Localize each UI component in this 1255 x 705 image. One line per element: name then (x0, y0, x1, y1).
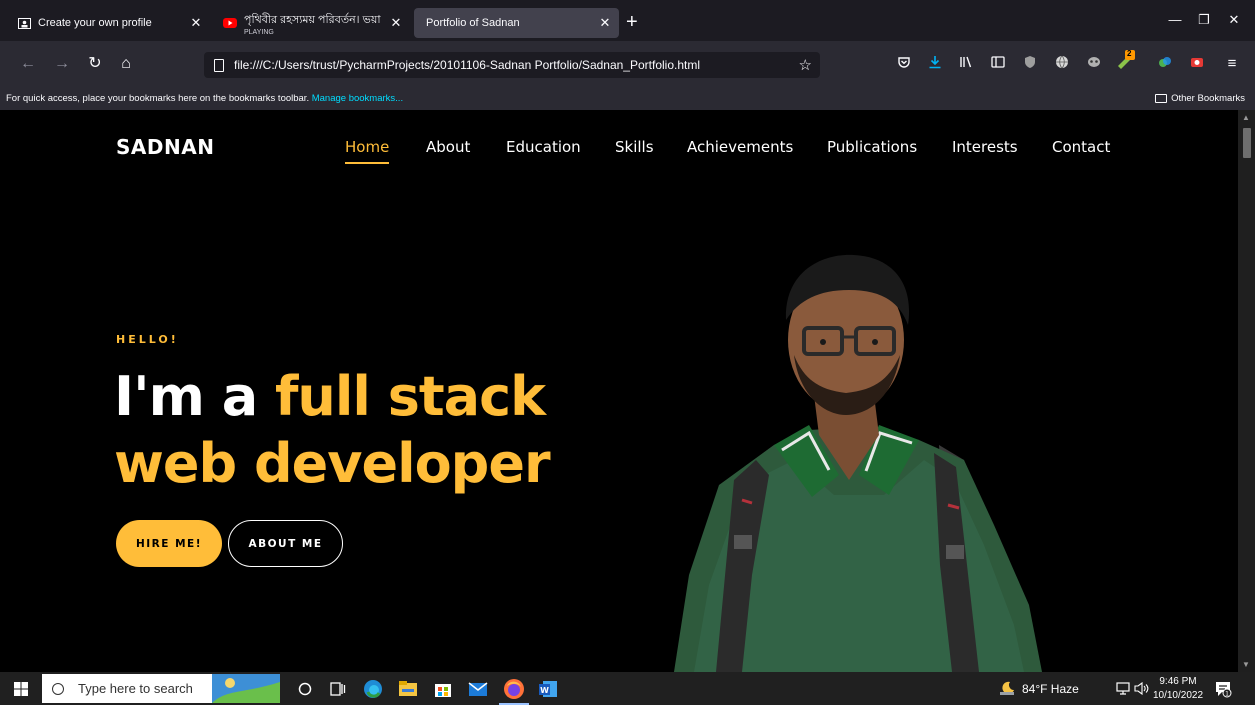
downloads-icon[interactable] (928, 55, 942, 69)
clock-time[interactable]: 9:46 PM (1156, 676, 1200, 687)
bookmarks-hint: For quick access, place your bookmarks h… (6, 93, 310, 104)
weather-moon-icon[interactable] (998, 680, 1016, 696)
bookmarks-toolbar: For quick access, place your bookmarks h… (0, 88, 1255, 110)
nav-about[interactable]: About (426, 138, 470, 156)
headline-prefix: I'm a (114, 365, 275, 428)
browser-tab-bar: Create your own profile ✕ পৃথিবীর রহস্যম… (0, 0, 1255, 41)
restore-button[interactable]: ❐ (1189, 12, 1219, 28)
library-icon[interactable] (959, 55, 973, 69)
volume-icon[interactable] (1134, 682, 1150, 695)
tab-youtube[interactable]: পৃথিবীর রহস্যময় পরিবর্তন। ভয়া PLAYING … (214, 8, 410, 38)
shield-extension-icon[interactable] (1023, 55, 1037, 69)
weather-text[interactable]: 84°F Haze (1022, 682, 1079, 696)
url-text: file:///C:/Users/trust/PycharmProjects/2… (234, 58, 701, 72)
hire-me-button[interactable]: HIRE ME! (116, 520, 222, 567)
nav-skills[interactable]: Skills (615, 138, 654, 156)
page-viewport: SADNAN Home About Education Skills Achie… (0, 110, 1255, 672)
other-bookmarks-label: Other Bookmarks (1171, 93, 1245, 104)
headline-highlight: full stack (274, 365, 546, 428)
bookmark-star-icon[interactable]: ☆ (799, 56, 812, 74)
close-tab-icon[interactable]: ✕ (388, 15, 404, 31)
forward-icon[interactable]: → (52, 55, 72, 73)
close-tab-icon[interactable]: ✕ (597, 15, 613, 31)
svg-text:1: 1 (1225, 691, 1229, 698)
store-icon[interactable] (433, 679, 453, 699)
menu-icon[interactable]: ≡ (1222, 55, 1242, 73)
page-icon (214, 58, 224, 72)
tab-portfolio[interactable]: Portfolio of Sadnan ✕ (414, 8, 619, 38)
profile-photo (674, 254, 1042, 672)
scroll-down-icon[interactable]: ▼ (1242, 660, 1250, 669)
windows-start-icon[interactable] (14, 682, 28, 696)
browser-toolbar: ← → ↻ ⌂ file:///C:/Users/trust/PycharmPr… (0, 41, 1255, 88)
nav-home[interactable]: Home (345, 138, 390, 164)
manage-bookmarks-link[interactable]: Manage bookmarks... (312, 93, 403, 104)
cortana-icon[interactable] (298, 682, 312, 696)
home-icon[interactable]: ⌂ (116, 55, 136, 73)
minimize-button[interactable]: — (1160, 12, 1190, 27)
nav-publications[interactable]: Publications (827, 138, 917, 156)
search-placeholder: Type here to search (78, 681, 193, 696)
back-icon[interactable]: ← (18, 55, 38, 73)
other-bookmarks-button[interactable]: Other Bookmarks (1155, 93, 1245, 104)
page-scrollbar[interactable]: ▲ ▼ (1238, 110, 1255, 672)
network-icon[interactable] (1116, 682, 1130, 695)
word-icon[interactable]: W (538, 679, 558, 699)
folder-icon (1155, 94, 1168, 103)
youtube-icon (222, 15, 238, 31)
tab-title: পৃথিবীর রহস্যময় পরিবর্তন। ভয়া (244, 13, 381, 26)
notes-extension-icon[interactable]: 2 (1116, 49, 1136, 70)
svg-text:W: W (540, 686, 549, 695)
profile-page-icon (16, 15, 32, 31)
taskbar-search-box[interactable]: Type here to search (42, 674, 280, 703)
nav-achievements[interactable]: Achievements (687, 138, 793, 156)
close-tab-icon[interactable]: ✕ (188, 15, 204, 31)
task-view-icon[interactable] (330, 681, 346, 697)
about-me-button[interactable]: ABOUT ME (228, 520, 343, 567)
scroll-up-icon[interactable]: ▲ (1242, 113, 1250, 122)
nav-education[interactable]: Education (506, 138, 581, 156)
camera-extension-icon[interactable] (1190, 55, 1204, 69)
mask-extension-icon[interactable] (1087, 55, 1101, 69)
search-icon (52, 682, 64, 695)
tab-title: Portfolio of Sadnan (426, 17, 520, 29)
firefox-icon[interactable] (503, 678, 525, 700)
hero-headline-line1: I'm a full stack (114, 365, 546, 428)
pocket-icon[interactable] (897, 55, 911, 69)
hero-headline-line2: web developer (114, 432, 551, 495)
hero-greeting: HELLO! (116, 333, 179, 346)
sidebar-icon[interactable] (991, 55, 1005, 69)
scrollbar-thumb[interactable] (1243, 128, 1251, 158)
leaf-extension-icon[interactable] (1158, 55, 1172, 69)
mail-icon[interactable] (468, 679, 488, 699)
search-highlight-icon (212, 674, 280, 703)
site-logo[interactable]: SADNAN (116, 135, 214, 159)
nav-interests[interactable]: Interests (952, 138, 1018, 156)
notifications-icon[interactable]: 1 (1214, 680, 1232, 698)
nav-contact[interactable]: Contact (1052, 138, 1110, 156)
globe-extension-icon[interactable] (1055, 55, 1069, 69)
windows-taskbar: Type here to search W 84°F Haze 9:46 PM … (0, 672, 1255, 705)
tab-playing-label: PLAYING (244, 28, 274, 36)
url-bar[interactable]: file:///C:/Users/trust/PycharmProjects/2… (204, 52, 820, 78)
notification-badge: 2 (1127, 49, 1132, 58)
reload-icon[interactable]: ↻ (85, 55, 105, 73)
new-tab-button[interactable]: + (626, 10, 638, 34)
clock-date[interactable]: 10/10/2022 (1152, 690, 1204, 701)
tab-create-profile[interactable]: Create your own profile ✕ (8, 8, 210, 38)
file-explorer-icon[interactable] (398, 679, 418, 699)
close-window-button[interactable]: ✕ (1219, 12, 1249, 28)
tab-title: Create your own profile (38, 17, 152, 29)
edge-icon[interactable] (363, 679, 383, 699)
